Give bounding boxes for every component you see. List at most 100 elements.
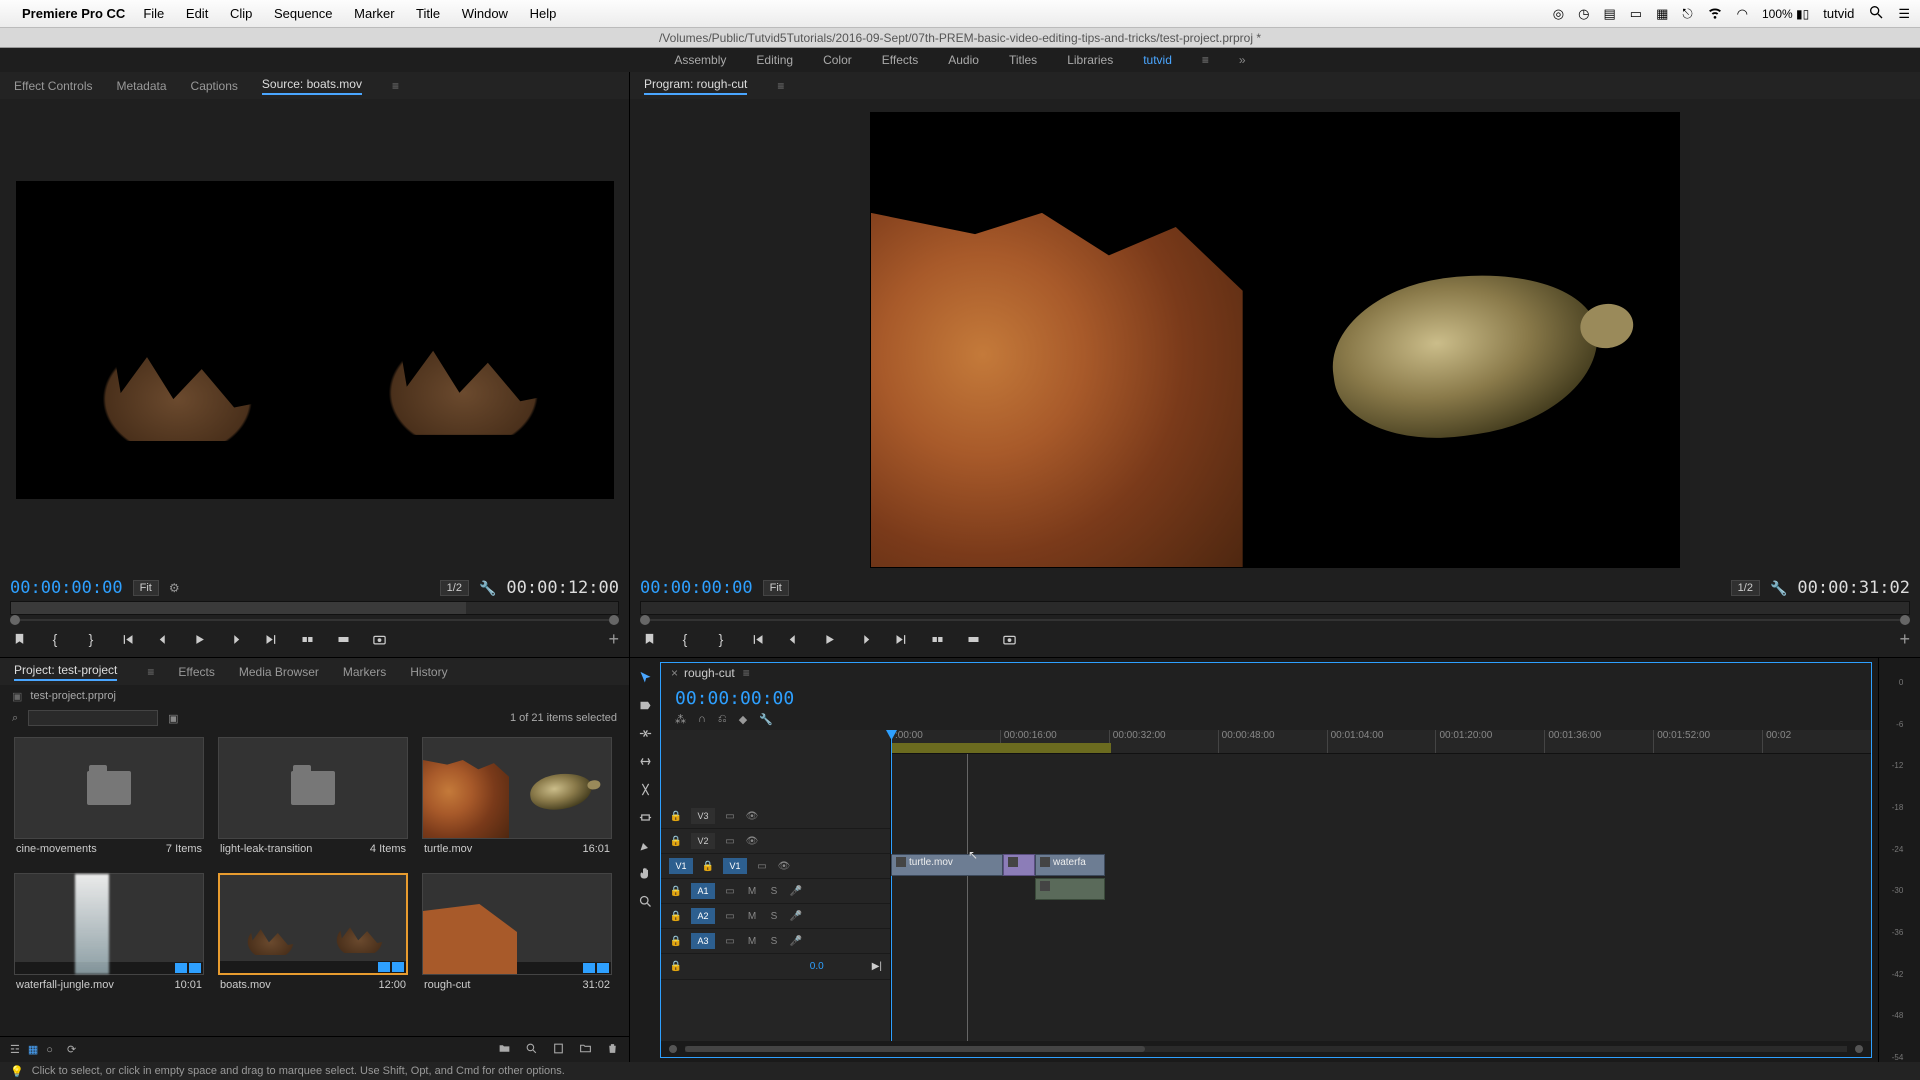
prg-goto-out-icon[interactable] — [892, 630, 910, 648]
breadcrumb-folder-icon[interactable]: ▣ — [12, 690, 22, 703]
source-res-select[interactable]: 1/2 — [440, 580, 469, 596]
bin-item[interactable]: boats.mov12:00 — [218, 873, 408, 995]
grid-icon[interactable]: ▦ — [1656, 6, 1668, 22]
menu-file[interactable]: File — [143, 6, 164, 21]
track-v3[interactable]: 🔒V3▭👁 — [661, 804, 890, 829]
sequence-name[interactable]: rough-cut — [684, 666, 735, 680]
src-marker-icon[interactable] — [10, 630, 28, 648]
timeline-clip[interactable]: turtle.mov — [891, 854, 1003, 876]
bin-thumb[interactable] — [14, 873, 204, 975]
tl-marker-icon[interactable]: ◆ — [739, 713, 747, 726]
tab-captions[interactable]: Captions — [191, 79, 238, 93]
track-v2[interactable]: 🔒V2▭👁 — [661, 829, 890, 854]
tab-program[interactable]: Program: rough-cut — [644, 77, 747, 95]
lock-icon[interactable]: 🔒 — [669, 836, 683, 847]
program-res-select[interactable]: 1/2 — [1731, 580, 1760, 596]
track-a1[interactable]: 🔒A1▭MS🎤 — [661, 879, 890, 904]
track-master[interactable]: 🔒0.0▶| — [661, 954, 890, 980]
ws-titles[interactable]: Titles — [1009, 53, 1037, 67]
ws-effects[interactable]: Effects — [882, 53, 918, 67]
lock-icon[interactable]: 🔒 — [701, 861, 715, 872]
program-scrub[interactable] — [640, 615, 1910, 625]
lock-icon[interactable]: 🔒 — [669, 911, 683, 922]
prg-in-icon[interactable]: { — [676, 630, 694, 648]
filter-bin-icon[interactable]: ▣ — [168, 712, 178, 725]
ws-libraries[interactable]: Libraries — [1067, 53, 1113, 67]
ws-assembly[interactable]: Assembly — [674, 53, 726, 67]
bluetooth-icon[interactable]: ⎋ — [1682, 6, 1692, 22]
src-out-icon[interactable]: } — [82, 630, 100, 648]
spotlight-icon[interactable] — [1868, 4, 1884, 23]
bin-thumb[interactable] — [422, 737, 612, 839]
timeline-clip[interactable] — [1035, 878, 1105, 900]
tab-metadata[interactable]: Metadata — [116, 79, 166, 93]
source-settings-icon[interactable]: ⚙ — [169, 581, 180, 595]
src-step-fwd-icon[interactable] — [226, 630, 244, 648]
new-item-icon[interactable] — [552, 1042, 565, 1058]
timeline-tc[interactable]: 00:00:00:00 — [675, 688, 794, 709]
timeline-clip[interactable]: waterfa — [1035, 854, 1105, 876]
bin-thumb[interactable] — [14, 737, 204, 839]
source-video-frame[interactable] — [16, 181, 614, 499]
tab-markers[interactable]: Markers — [343, 665, 386, 679]
ws-menu-icon[interactable]: ≡ — [1202, 53, 1209, 67]
cc-sync-icon[interactable]: ◎ — [1553, 6, 1564, 22]
tab-history[interactable]: History — [410, 665, 447, 679]
playhead[interactable] — [891, 730, 892, 1041]
list-view-icon[interactable]: ☲ — [10, 1043, 20, 1056]
src-in-icon[interactable]: { — [46, 630, 64, 648]
timeline-clip[interactable] — [1003, 854, 1035, 876]
tl-magnet-icon[interactable]: ∩ — [698, 713, 706, 726]
prg-extract-icon[interactable] — [964, 630, 982, 648]
source-fit-select[interactable]: Fit — [133, 580, 159, 596]
program-fit-select[interactable]: Fit — [763, 580, 789, 596]
find-icon[interactable] — [525, 1042, 538, 1058]
lock-icon[interactable]: 🔒 — [669, 811, 683, 822]
ws-tutvid[interactable]: tutvid — [1143, 53, 1172, 67]
tab-source[interactable]: Source: boats.mov — [262, 77, 362, 95]
pen-tool-icon[interactable] — [636, 836, 654, 854]
program-ruler[interactable] — [640, 601, 1910, 615]
bin-item[interactable]: cine-movements7 Items — [14, 737, 204, 859]
timeline-menu-icon[interactable]: ≡ — [743, 666, 750, 680]
tab-effect-controls[interactable]: Effect Controls — [14, 79, 92, 93]
src-goto-out-icon[interactable] — [262, 630, 280, 648]
screen-icon[interactable]: ▭ — [1630, 6, 1642, 22]
prg-add-button-icon[interactable]: + — [1899, 629, 1910, 650]
menu-icon[interactable]: ☰ — [1898, 6, 1910, 22]
prg-step-fwd-icon[interactable] — [856, 630, 874, 648]
new-folder-icon[interactable] — [579, 1042, 592, 1058]
new-bin-icon[interactable] — [498, 1042, 511, 1058]
source-ruler[interactable] — [10, 601, 619, 615]
track-a2[interactable]: 🔒A2▭MS🎤 — [661, 904, 890, 929]
lock-icon[interactable]: 🔒 — [669, 961, 683, 972]
src-insert-icon[interactable] — [298, 630, 316, 648]
program-video-frame[interactable] — [870, 112, 1680, 568]
app-name[interactable]: Premiere Pro CC — [22, 6, 125, 21]
zoom-slider[interactable]: ⟳ — [67, 1043, 76, 1056]
razor-tool-icon[interactable] — [636, 780, 654, 798]
src-patch-v1[interactable]: V1 — [669, 858, 693, 874]
audio-zoom[interactable]: 0.0 — [810, 961, 824, 972]
src-play-icon[interactable] — [190, 630, 208, 648]
src-add-button-icon[interactable]: + — [608, 629, 619, 650]
prg-goto-in-icon[interactable] — [748, 630, 766, 648]
bin-item[interactable]: turtle.mov16:01 — [422, 737, 612, 859]
menu-sequence[interactable]: Sequence — [274, 6, 333, 21]
project-filename[interactable]: test-project.prproj — [30, 690, 116, 702]
zoom-tool-icon[interactable] — [636, 892, 654, 910]
bin-thumb[interactable] — [218, 737, 408, 839]
program-tc-in[interactable]: 00:00:00:00 — [640, 578, 753, 598]
volume-icon[interactable]: ◠ — [1737, 6, 1748, 22]
menu-edit[interactable]: Edit — [186, 6, 208, 21]
lock-icon[interactable]: 🔒 — [669, 886, 683, 897]
wifi-icon[interactable] — [1707, 4, 1723, 23]
tracks-area[interactable]: :00:0000:00:16:0000:00:32:0000:00:48:000… — [891, 730, 1871, 1041]
program-wrench-icon[interactable]: 🔧 — [1770, 580, 1787, 597]
tl-settings-icon[interactable]: 🔧 — [759, 713, 773, 726]
menu-title[interactable]: Title — [416, 6, 440, 21]
prg-play-icon[interactable] — [820, 630, 838, 648]
ws-audio[interactable]: Audio — [948, 53, 979, 67]
ws-color[interactable]: Color — [823, 53, 852, 67]
work-area-bar[interactable] — [891, 743, 1111, 753]
